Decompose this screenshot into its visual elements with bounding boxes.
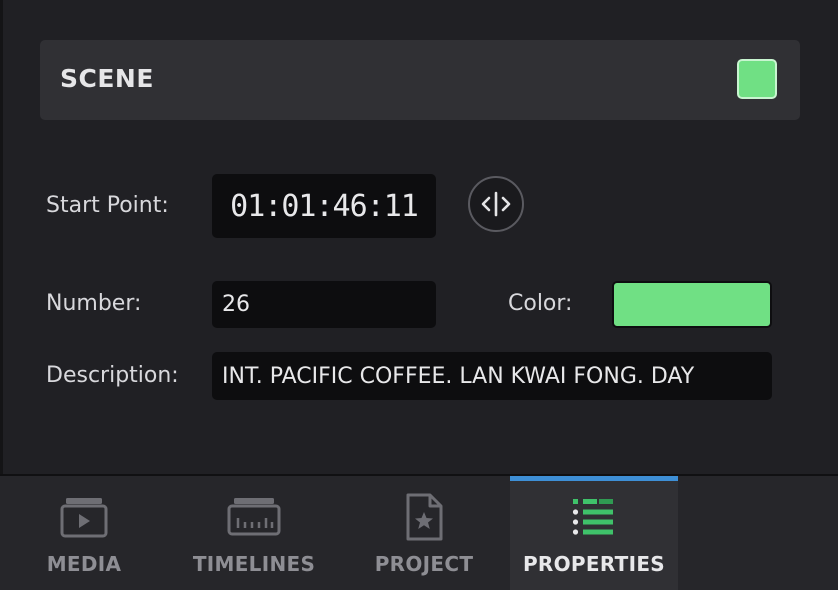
number-value: 26 <box>222 292 250 317</box>
number-label: Number: <box>46 291 142 316</box>
properties-icon <box>572 499 613 535</box>
timeline-icon <box>227 498 281 536</box>
description-value: INT. PACIFIC COFFEE. LAN KWAI FONG. DAY <box>222 363 695 389</box>
start-point-timecode[interactable]: 01:01:46:11 <box>212 174 436 238</box>
tab-project-label: PROJECT <box>374 552 474 576</box>
description-label: Description: <box>46 363 179 388</box>
split-arrows-icon <box>481 191 511 217</box>
tab-project[interactable]: PROJECT <box>340 476 508 590</box>
tab-media-label: MEDIA <box>46 552 122 576</box>
tab-properties[interactable]: PROPERTIES <box>510 476 678 590</box>
tab-media[interactable]: MEDIA <box>0 476 168 590</box>
start-point-value: 01:01:46:11 <box>230 188 419 224</box>
tab-timelines-label: TIMELINES <box>192 552 316 576</box>
tab-timelines[interactable]: TIMELINES <box>170 476 338 590</box>
media-icon <box>60 498 108 538</box>
description-field[interactable]: INT. PACIFIC COFFEE. LAN KWAI FONG. DAY <box>212 352 772 400</box>
scene-color-swatch[interactable] <box>737 59 777 99</box>
tab-properties-label: PROPERTIES <box>522 552 666 576</box>
start-point-label: Start Point: <box>46 193 169 218</box>
color-picker-swatch[interactable] <box>612 281 772 328</box>
bottom-tab-bar: MEDIA TIMELINES PROJECT PROPERTIES <box>0 474 838 590</box>
scene-header: SCENE <box>40 40 800 120</box>
color-label: Color: <box>508 291 573 316</box>
number-field[interactable]: 26 <box>212 281 436 328</box>
scene-title: SCENE <box>60 64 154 93</box>
project-icon <box>406 493 443 541</box>
split-scene-button[interactable] <box>468 176 524 232</box>
